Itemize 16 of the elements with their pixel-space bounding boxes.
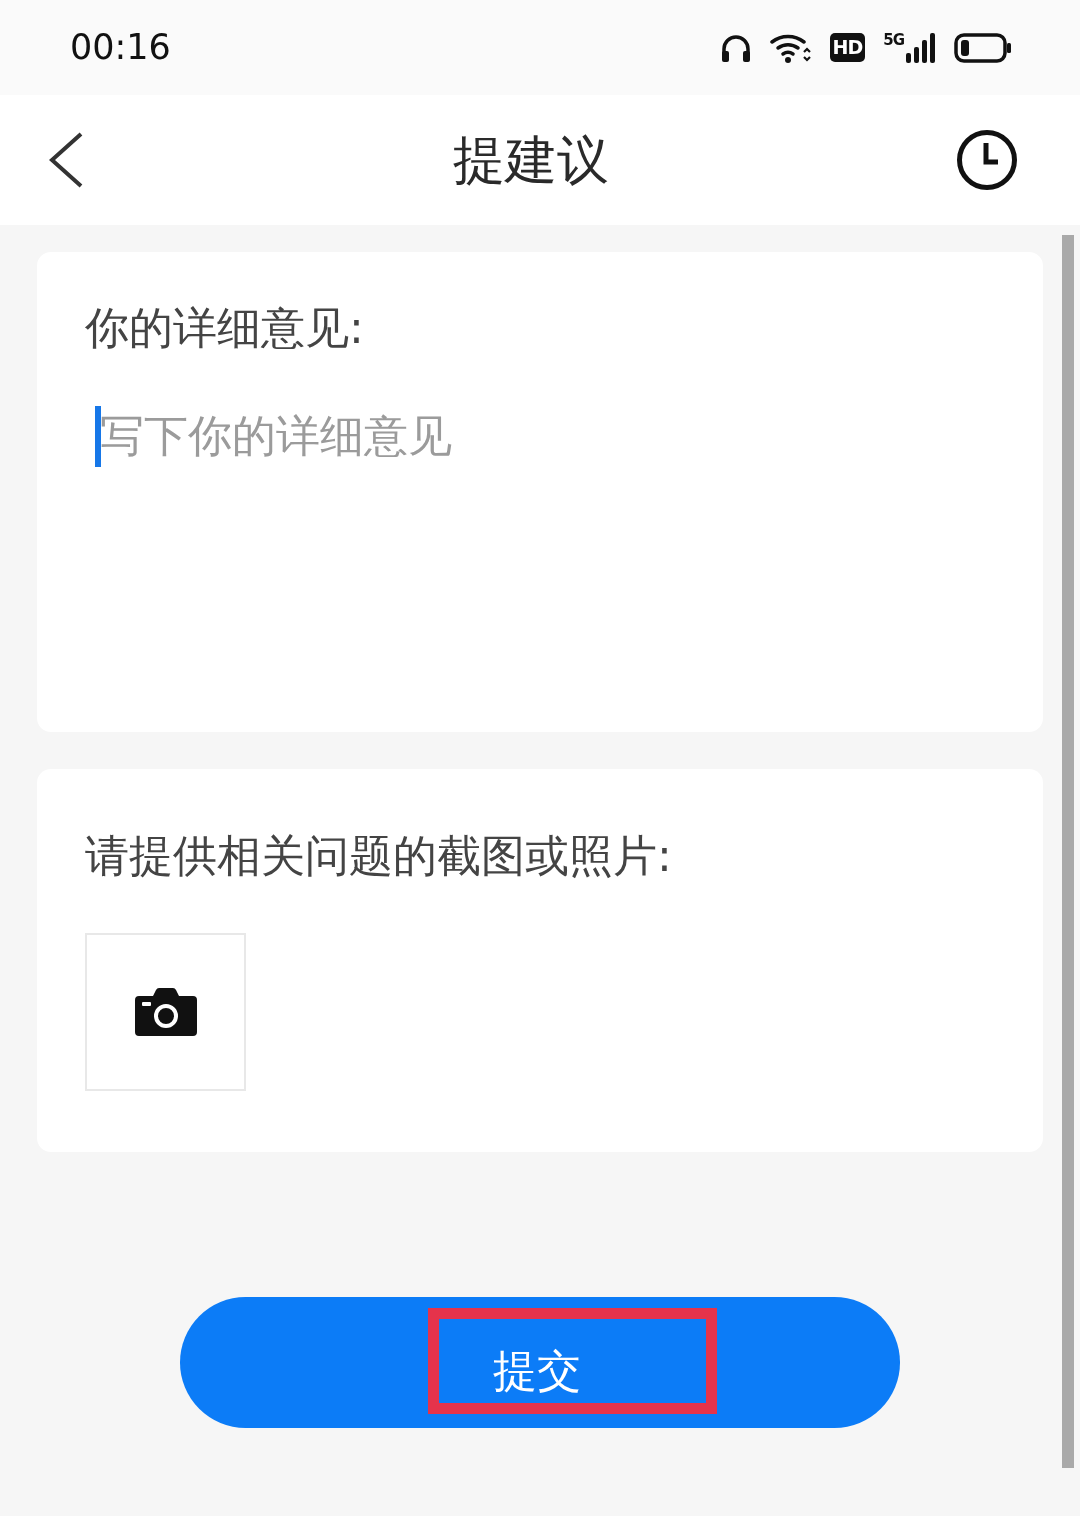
screenshot-label: 请提供相关问题的截图或照片: [85,834,673,878]
battery-icon [954,32,1012,63]
network-type-label: 5G [883,32,904,48]
history-button[interactable] [956,129,1018,191]
feedback-input[interactable]: 写下你的详细意见 [85,408,995,712]
feedback-label: 你的详细意见: [85,306,365,350]
submit-button[interactable]: 提交 [180,1297,900,1428]
back-icon [48,132,84,188]
signal-icon [906,32,936,63]
page-title: 提建议 [453,134,609,186]
headphones-icon [719,32,752,63]
status-time: 00:16 [70,30,171,65]
hd-badge: HD [829,33,866,62]
clock-icon [956,129,1018,191]
add-photo-button[interactable] [85,933,246,1091]
camera-icon [134,988,197,1036]
